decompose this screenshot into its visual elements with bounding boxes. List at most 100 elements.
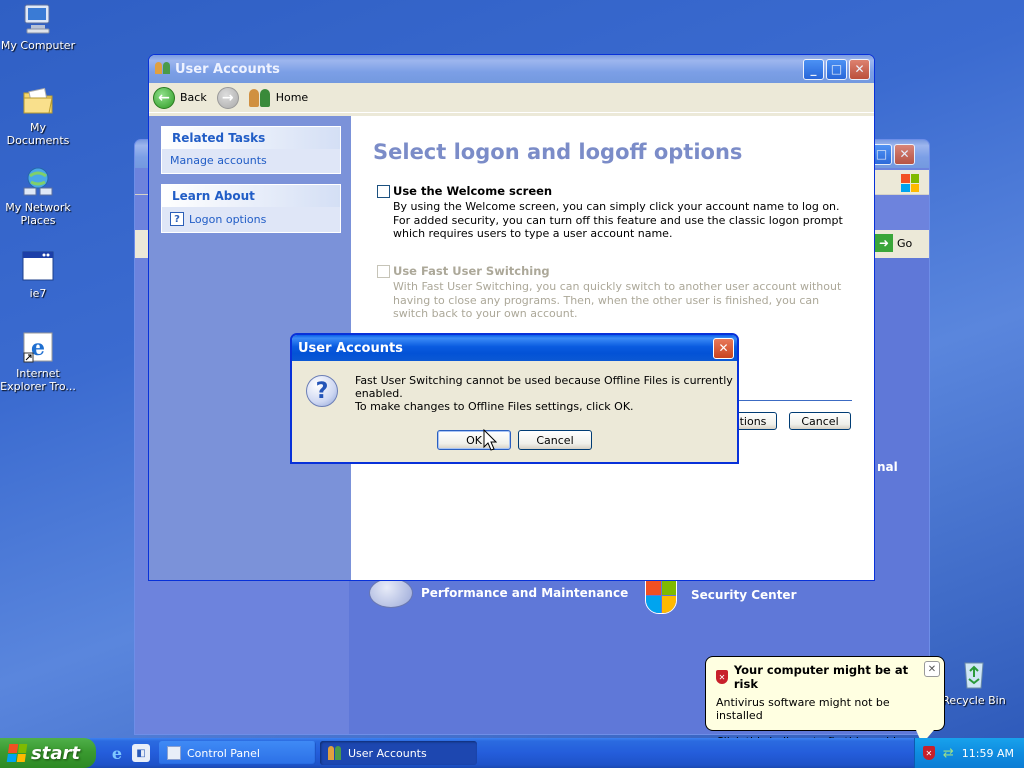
start-label: start xyxy=(31,742,80,764)
dialog-message-1: Fast User Switching cannot be used becau… xyxy=(355,374,733,400)
welcome-screen-description: By using the Welcome screen, you can sim… xyxy=(393,200,843,240)
go-label: Go xyxy=(897,236,913,250)
balloon-close-button[interactable]: ✕ xyxy=(924,661,940,677)
button-label: OK xyxy=(466,433,482,447)
desktop-icon-ie7[interactable]: ie7 xyxy=(0,250,78,300)
category-label: Performance and Maintenance xyxy=(421,586,629,600)
clock[interactable]: 11:59 AM xyxy=(962,747,1014,760)
control-panel-icon xyxy=(167,746,181,760)
dialog-close-button[interactable]: ✕ xyxy=(713,337,734,359)
taskbar-item-user-accounts[interactable]: User Accounts xyxy=(320,741,477,765)
button-label: tions xyxy=(739,414,767,428)
application-window-icon xyxy=(21,250,55,284)
fast-user-switching-label: Use Fast User Switching xyxy=(393,264,550,278)
mouse-cursor-icon xyxy=(483,429,497,451)
learn-about-heading: Learn About xyxy=(162,185,340,207)
folder-icon xyxy=(21,84,55,118)
dialog-message-2: To make changes to Offline Files setting… xyxy=(355,400,634,413)
desktop-icon-label: Internet Explorer Tro... xyxy=(0,367,76,393)
desktop-icon-label: ie7 xyxy=(29,287,47,300)
go-button[interactable]: ➜ Go xyxy=(875,234,912,252)
help-icon: ? xyxy=(170,212,184,226)
toolbar-fragment xyxy=(875,170,929,194)
back-arrow-icon: ← xyxy=(153,86,175,109)
internet-explorer-icon: e xyxy=(21,330,55,364)
welcome-screen-label: Use the Welcome screen xyxy=(393,184,553,198)
button-label: Cancel xyxy=(801,414,839,428)
desktop-icon-my-documents[interactable]: My Documents xyxy=(0,84,78,147)
desktop-icon-my-network-places[interactable]: My Network Places xyxy=(0,164,78,227)
user-accounts-icon xyxy=(328,746,342,760)
taskbar-item-label: Control Panel xyxy=(187,746,260,760)
network-icon xyxy=(21,164,55,198)
user-accounts-titlebar[interactable]: User Accounts _ □ ✕ xyxy=(149,55,874,83)
logon-options-link[interactable]: ? Logon options xyxy=(162,207,340,232)
learn-about-box: Learn About ? Logon options xyxy=(161,184,341,233)
close-button[interactable]: ✕ xyxy=(849,58,870,80)
back-label: Back xyxy=(180,91,207,104)
security-shield-icon: ✕ xyxy=(716,670,728,684)
ok-button[interactable]: OK xyxy=(437,430,511,450)
desktop-icon-label: My Network Places xyxy=(5,201,71,227)
taskbar-item-control-panel[interactable]: Control Panel xyxy=(159,741,316,765)
windows-logo-icon xyxy=(6,744,28,762)
related-tasks-heading: Related Tasks xyxy=(162,127,340,149)
dialog-cancel-button[interactable]: Cancel xyxy=(518,430,592,450)
dialog-title: User Accounts xyxy=(298,340,403,356)
desktop-icon-label: Recycle Bin xyxy=(942,694,1006,707)
network-tray-icon[interactable]: ⇄ xyxy=(943,746,954,761)
desktop-icon-recycle-bin[interactable]: Recycle Bin xyxy=(934,657,1014,707)
show-desktop-quicklaunch-icon[interactable]: ◧ xyxy=(132,744,150,762)
computer-icon xyxy=(21,2,55,36)
internet-explorer-quicklaunch-icon[interactable]: e xyxy=(108,744,126,763)
performance-icon xyxy=(369,578,413,608)
taskbar-item-label: User Accounts xyxy=(348,746,427,760)
navigation-toolbar: ← Back → Home xyxy=(149,83,874,113)
welcome-screen-checkbox[interactable] xyxy=(377,184,390,198)
user-accounts-dialog[interactable]: User Accounts ✕ ? Fast User Switching ca… xyxy=(290,333,739,464)
recycle-bin-icon xyxy=(957,657,991,691)
window-title: User Accounts xyxy=(175,61,280,77)
task-link-label: Logon options xyxy=(189,212,267,226)
page-title: Select logon and logoff options xyxy=(373,140,743,164)
user-accounts-window[interactable]: User Accounts _ □ ✕ ← Back → Home Relate… xyxy=(148,54,875,581)
security-alert-icon[interactable]: ✕ xyxy=(922,746,935,760)
start-button[interactable]: start xyxy=(0,738,96,768)
security-shield-icon xyxy=(645,576,677,614)
category-label: Security Center xyxy=(691,588,797,602)
user-accounts-icon xyxy=(155,62,171,76)
windows-logo-icon xyxy=(901,174,919,192)
category-label-partial: nal xyxy=(877,460,898,474)
taskbar: start e ◧ Control Panel User Accounts ✕ … xyxy=(0,738,1024,768)
desktop-icon-my-computer[interactable]: My Computer xyxy=(0,2,78,52)
fast-user-switching-description: With Fast User Switching, you can quickl… xyxy=(393,280,842,320)
question-icon: ? xyxy=(306,375,338,407)
home-users-icon xyxy=(248,88,271,107)
balloon-line-1: Antivirus software might not be installe… xyxy=(716,696,890,722)
home-button[interactable]: Home xyxy=(248,88,309,107)
category-performance[interactable]: Performance and Maintenance xyxy=(369,578,628,608)
desktop-icon-label: My Computer xyxy=(0,39,76,52)
go-arrow-icon: ➜ xyxy=(875,234,893,252)
welcome-screen-option: Use the Welcome screen By using the Welc… xyxy=(377,184,857,241)
cancel-button[interactable]: Cancel xyxy=(789,412,851,430)
close-button[interactable]: ✕ xyxy=(894,143,915,165)
button-label: Cancel xyxy=(536,433,574,447)
desktop-icon-internet-explorer[interactable]: e Internet Explorer Tro... xyxy=(0,330,78,393)
manage-accounts-link[interactable]: Manage accounts xyxy=(162,149,340,173)
dialog-titlebar[interactable]: User Accounts ✕ xyxy=(292,335,737,361)
forward-arrow-icon: → xyxy=(216,86,239,109)
back-button[interactable]: ← Back xyxy=(153,86,207,109)
related-tasks-box: Related Tasks Manage accounts xyxy=(161,126,341,174)
category-security-center[interactable]: Security Center xyxy=(645,576,797,614)
fast-user-switching-checkbox[interactable] xyxy=(377,264,390,278)
home-label: Home xyxy=(275,91,309,104)
security-balloon[interactable]: ✕ Your computer might be at risk ✕ Antiv… xyxy=(705,656,945,748)
maximize-button[interactable]: □ xyxy=(826,58,847,80)
minimize-button[interactable]: _ xyxy=(803,58,824,80)
task-link-label: Manage accounts xyxy=(170,154,267,167)
desktop-icon-label: My Documents xyxy=(6,121,70,147)
forward-button[interactable]: → xyxy=(216,86,239,109)
balloon-title: Your computer might be at risk xyxy=(733,663,909,691)
system-tray: ✕ ⇄ 11:59 AM xyxy=(914,738,1024,768)
